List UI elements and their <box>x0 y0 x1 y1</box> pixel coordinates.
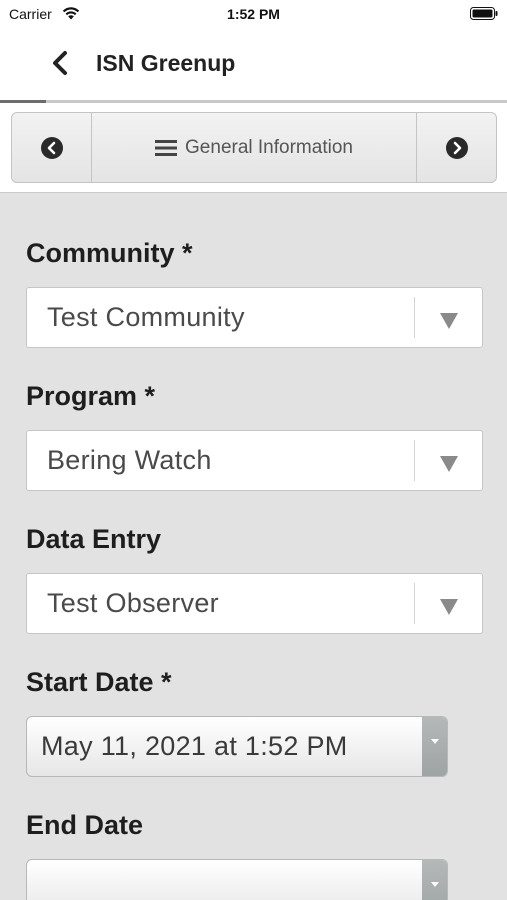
end-date-label: End Date <box>26 810 144 840</box>
section-navigator: General Information <box>11 112 497 183</box>
program-select[interactable]: Bering Watch <box>26 430 483 491</box>
status-bar: Carrier 1:52 PM <box>0 0 507 28</box>
next-section-button[interactable] <box>416 113 496 182</box>
battery-icon <box>470 7 498 20</box>
navigation-bar: ISN Greenup <box>0 28 507 100</box>
section-title: General Information <box>185 136 353 158</box>
dropdown-arrow-icon <box>440 599 458 615</box>
section-bar: General Information <box>0 103 507 193</box>
previous-circle-icon <box>40 136 63 159</box>
date-spinner-button[interactable] <box>422 860 447 900</box>
end-date-picker[interactable] <box>26 859 448 900</box>
data-entry-select[interactable]: Test Observer <box>26 573 483 634</box>
select-divider <box>414 297 415 338</box>
start-date-value: May 11, 2021 at 1:52 PM <box>41 731 348 761</box>
community-value: Test Community <box>47 302 245 332</box>
select-divider <box>414 440 415 481</box>
program-label: Program * <box>26 381 156 411</box>
community-select[interactable]: Test Community <box>26 287 483 348</box>
status-time: 1:52 PM <box>227 6 280 22</box>
data-entry-value: Test Observer <box>47 588 219 618</box>
data-entry-label: Data Entry <box>26 524 162 554</box>
program-value: Bering Watch <box>47 445 212 475</box>
previous-section-button[interactable] <box>12 113 92 182</box>
start-date-label: Start Date * <box>26 667 172 697</box>
select-divider <box>414 583 415 624</box>
dropdown-arrow-icon <box>440 313 458 329</box>
page-title: ISN Greenup <box>96 50 236 76</box>
chevron-down-icon <box>431 739 439 744</box>
chevron-down-icon <box>431 882 439 887</box>
dropdown-arrow-icon <box>440 456 458 472</box>
next-circle-icon <box>445 136 468 159</box>
back-chevron-icon[interactable] <box>48 48 72 78</box>
community-label: Community * <box>26 238 193 268</box>
section-menu-button[interactable]: General Information <box>93 113 415 182</box>
start-date-picker[interactable]: May 11, 2021 at 1:52 PM <box>26 716 448 777</box>
date-spinner-button[interactable] <box>422 717 447 776</box>
hamburger-menu-icon <box>155 139 178 156</box>
